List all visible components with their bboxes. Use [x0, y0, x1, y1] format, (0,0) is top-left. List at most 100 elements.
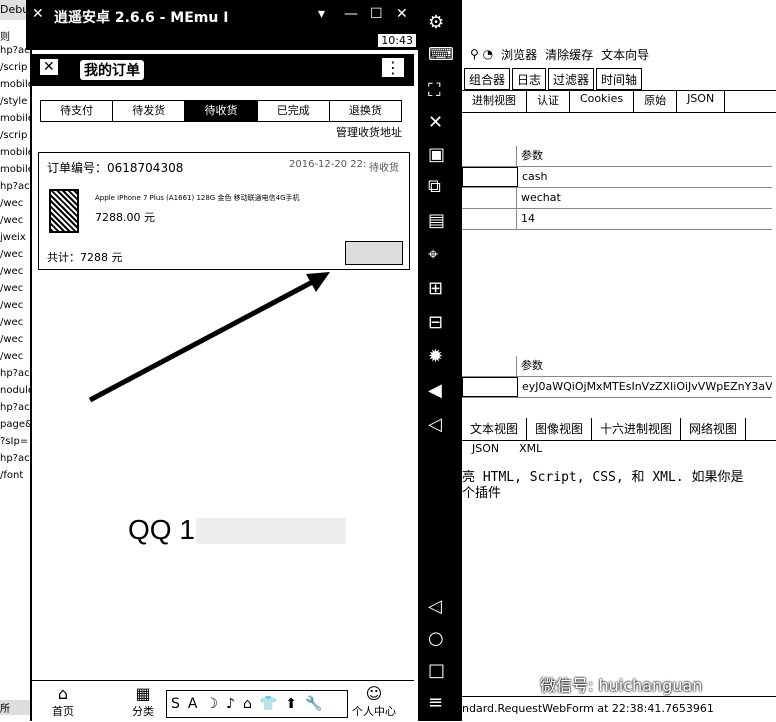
tab-completed[interactable]: 已完成	[258, 101, 330, 121]
close-app-icon[interactable]: ✕	[428, 112, 443, 133]
ime-wrench-icon[interactable]: 🔧	[305, 696, 322, 712]
back-icon[interactable]: ◁	[428, 596, 442, 617]
tab-pending-shipment[interactable]: 待发货	[113, 101, 186, 121]
fiddler-tabs-2: 进制视图 认证 Cookies 原始 JSON	[462, 90, 776, 113]
grid-value[interactable]: cash	[518, 167, 772, 187]
recent-apps-icon[interactable]: □	[428, 660, 445, 681]
nav-home-label: 首页	[52, 705, 74, 718]
manage-address-link[interactable]: 管理收货地址	[336, 124, 402, 140]
ime-up-icon[interactable]: ⬆	[285, 696, 297, 712]
gear-icon[interactable]: ✹	[428, 346, 443, 367]
tab-json[interactable]: JSON	[677, 90, 726, 112]
tab-composer[interactable]: 组合器	[464, 68, 511, 90]
tab-cookies[interactable]: Cookies	[570, 90, 635, 112]
memu-title: 逍遥安卓 2.6.6 - MEmu I	[54, 10, 229, 26]
grid-name-cell	[462, 146, 517, 166]
background-window: Debu 则hp?ac/scripmobile/stylemobile/scri…	[0, 0, 31, 721]
background-window-line: mobile	[0, 79, 30, 90]
back-close-icon[interactable]: ✕	[40, 59, 58, 75]
ime-home-icon[interactable]: ⌂	[243, 696, 252, 712]
grid-name-cell[interactable]	[462, 377, 518, 397]
background-window-line: hp?ac	[0, 181, 30, 192]
background-window-footer: 所	[0, 700, 30, 715]
tab-filters[interactable]: 过滤器	[548, 68, 595, 90]
background-window-line: /wec	[0, 300, 24, 311]
grid-name-cell[interactable]	[462, 188, 517, 208]
fiddler-tabs-1: 组合器 日志 过滤器 时间轴	[462, 68, 776, 91]
ime-moon-icon[interactable]: ☽	[205, 696, 218, 712]
order-card: 订单编号：0618704308 2016-12-20 22: 待收货 Apple…	[38, 152, 410, 270]
nav-home[interactable]: ⌂ 首页	[52, 685, 74, 719]
background-window-line: mobile	[0, 164, 30, 175]
memu-minimize-icon[interactable]: —	[344, 6, 358, 22]
params-grid-1: 参数 cash wechat 14	[462, 146, 772, 230]
order-action-button[interactable]	[345, 241, 403, 265]
share-folder-icon[interactable]: ⊟	[428, 312, 443, 333]
background-window-line: mobile	[0, 147, 30, 158]
ime-note-icon[interactable]: ♪	[226, 696, 235, 712]
grid-value[interactable]: 14	[517, 209, 772, 229]
fullscreen-icon[interactable]: ⛶	[428, 80, 441, 101]
ime-s-icon[interactable]: S	[171, 696, 180, 712]
tab-log[interactable]: 日志	[512, 68, 547, 90]
tab-pending-receipt[interactable]: 待收货	[185, 101, 258, 121]
ime-a-icon[interactable]: A	[188, 696, 198, 712]
nav-category[interactable]: ▦ 分类	[132, 685, 154, 719]
toolbar-icons[interactable]: ⚲ ◔	[470, 47, 493, 61]
tab-image-view[interactable]: 图像视图	[527, 418, 593, 440]
memu-maximize-icon[interactable]: ☐	[370, 6, 383, 22]
background-window-line: /font	[0, 470, 24, 481]
ime-shirt-icon[interactable]: 👕	[260, 696, 277, 712]
tab-returns[interactable]: 退换货	[330, 101, 401, 121]
text-wizard-button[interactable]: 文本向导	[601, 46, 649, 63]
app-header: ✕ 我的订单 ⋮	[32, 54, 414, 86]
product-name[interactable]: Apple iPhone 7 Plus (A1661) 128G 金色 移动联通…	[95, 193, 300, 203]
tab-auth[interactable]: 认证	[527, 90, 570, 112]
memu-close-icon[interactable]: ✕	[396, 6, 408, 22]
tab-timeline[interactable]: 时间轴	[596, 68, 643, 90]
volume-up-icon[interactable]: ◀	[428, 380, 442, 401]
grid-name-cell[interactable]	[462, 167, 518, 187]
memu-dropdown-icon[interactable]: ▾	[318, 6, 325, 22]
background-window-line: /wec	[0, 283, 24, 294]
tab-text-view[interactable]: 文本视图	[462, 418, 528, 440]
location-icon[interactable]: ⌖	[428, 244, 438, 265]
background-window-line: /scrip	[0, 62, 28, 73]
response-text-line-2: 个插件	[462, 486, 502, 501]
product-image[interactable]	[49, 189, 79, 233]
apk-icon[interactable]: ⊞	[428, 278, 443, 299]
grid-name-cell	[462, 356, 517, 376]
browser-button[interactable]: 浏览器	[501, 46, 537, 63]
background-window-line: /wec	[0, 215, 24, 226]
more-menu-icon[interactable]: ⋮	[382, 58, 404, 77]
fiddler-status-bar: ndard.RequestWebForm at 22:38:41.7653961	[462, 696, 776, 722]
tab-hex-view-2[interactable]: 十六进制视图	[592, 418, 682, 440]
settings-icon[interactable]: ⚙	[428, 12, 444, 33]
screenshot-icon[interactable]: ▣	[428, 144, 445, 165]
tab-xml[interactable]: XML	[509, 440, 552, 460]
menu-icon[interactable]: ≡	[428, 692, 443, 713]
background-window-line: page&	[0, 419, 30, 430]
tab-web-view[interactable]: 网络视图	[681, 418, 747, 440]
background-window-line: hp?ac	[0, 453, 30, 464]
wechat-watermark: 微信号: huichanguan	[540, 676, 703, 695]
nav-profile[interactable]: ☺ 个人中心	[352, 685, 396, 719]
tab-raw[interactable]: 原始	[634, 90, 678, 112]
order-tabs: 待支付 待发货 待收货 已完成 退换货	[40, 100, 402, 122]
shake-icon[interactable]: ▤	[428, 210, 445, 231]
tab-json-2[interactable]: JSON	[462, 440, 509, 460]
background-window-line: mobile	[0, 113, 30, 124]
tab-hex-view[interactable]: 进制视图	[462, 90, 527, 112]
grid-value[interactable]: eyJ0aWQiOjMxMTEsInVzZXIiOiJvVWpEZnY3aVJ6…	[518, 377, 772, 397]
grid-name-cell[interactable]	[462, 209, 517, 229]
clear-cache-button[interactable]: 清除缓存	[545, 46, 593, 63]
volume-down-icon[interactable]: ◁	[428, 414, 442, 435]
keyboard-icon[interactable]: ⌨	[428, 44, 454, 65]
background-window-line: hp?ac	[0, 402, 30, 413]
memu-titlebar: ✕ 逍遥安卓 2.6.6 - MEmu I ▾ — ☐ ✕	[26, 0, 420, 32]
background-window-line: /wec	[0, 249, 24, 260]
home-circle-icon[interactable]: ○	[428, 628, 444, 649]
multi-window-icon[interactable]: ⧉	[428, 176, 441, 197]
tab-pending-payment[interactable]: 待支付	[41, 101, 114, 121]
grid-value[interactable]: wechat	[517, 188, 772, 208]
